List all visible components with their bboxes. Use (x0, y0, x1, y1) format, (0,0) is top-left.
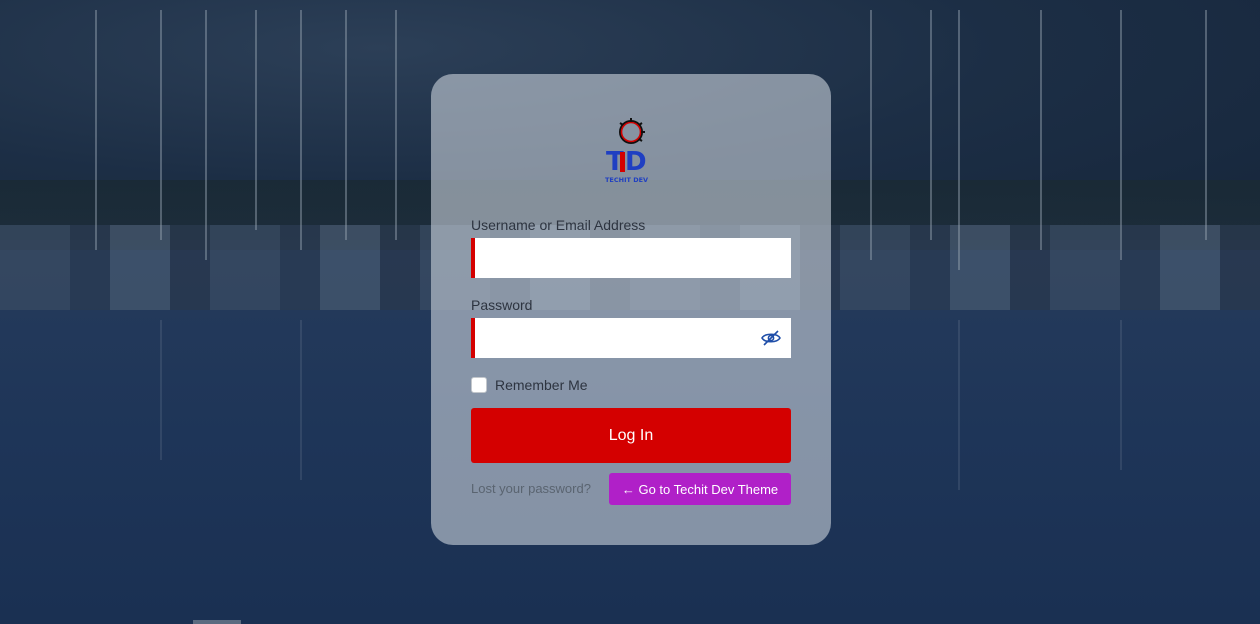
mast (345, 10, 347, 240)
mast (160, 10, 162, 240)
mast (255, 10, 257, 230)
mast (930, 10, 932, 240)
mast-reflection (160, 320, 162, 460)
username-label: Username or Email Address (471, 217, 646, 233)
login-card: T D TECHIT DEV Username or Email Address… (431, 74, 831, 545)
scroll-indicator (193, 620, 241, 624)
mast (1040, 10, 1042, 250)
lost-password-link[interactable]: Lost your password? (471, 481, 591, 496)
logo-text: TECHIT DEV (605, 176, 648, 184)
mast (95, 10, 97, 250)
mast (1120, 10, 1122, 260)
username-input[interactable] (471, 238, 791, 278)
mast (958, 10, 960, 270)
remember-me-checkbox[interactable] (471, 377, 487, 393)
password-label: Password (471, 297, 533, 313)
back-to-site-button[interactable]: ← Go to Techit Dev Theme (609, 473, 791, 505)
svg-text:D: D (625, 147, 647, 177)
mast-reflection (300, 320, 302, 480)
mast (870, 10, 872, 260)
mast (395, 10, 397, 240)
mast (300, 10, 302, 250)
eye-slash-icon[interactable] (761, 330, 781, 346)
logo-graphic: T D TECHIT DEV (605, 118, 648, 184)
mast (1205, 10, 1207, 240)
log-in-button[interactable]: Log In (471, 408, 791, 463)
remember-me-label[interactable]: Remember Me (495, 377, 588, 393)
mast-reflection (1120, 320, 1122, 470)
mast-reflection (958, 320, 960, 490)
password-input[interactable] (471, 318, 791, 358)
mast (205, 10, 207, 260)
techit-dev-logo[interactable]: T D TECHIT DEV (603, 118, 659, 186)
